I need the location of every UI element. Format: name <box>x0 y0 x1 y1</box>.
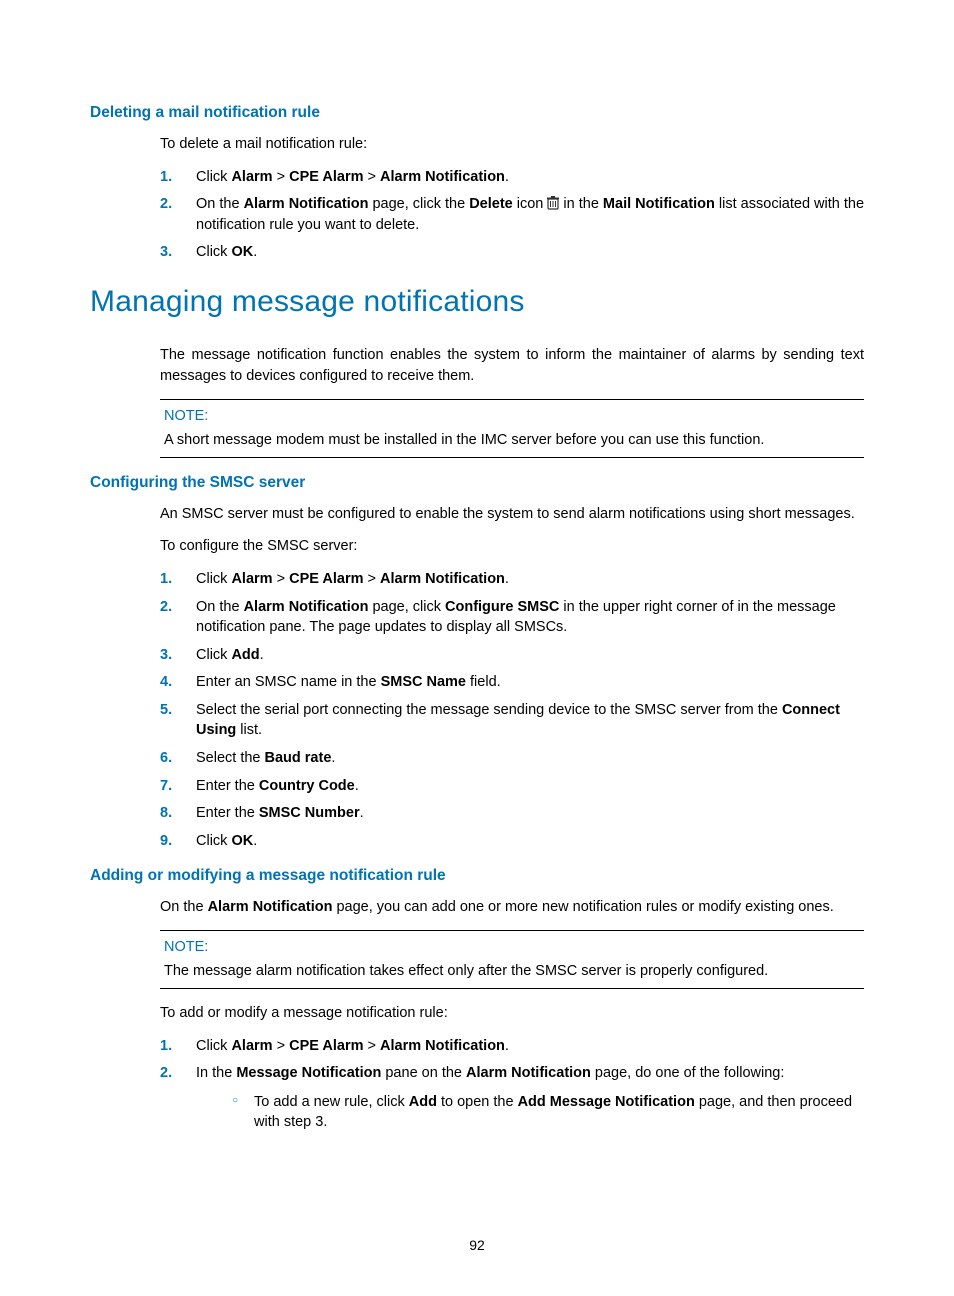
step-number: 7. <box>160 776 172 797</box>
paragraph: On the Alarm Notification page, you can … <box>160 897 864 918</box>
step-text: Click Alarm > CPE Alarm > Alarm Notifica… <box>196 1038 509 1054</box>
list-item: 2. On the Alarm Notification page, click… <box>160 194 864 235</box>
note-label: NOTE: <box>164 937 860 958</box>
document-page: Deleting a mail notification rule To del… <box>0 0 954 1296</box>
note-text: A short message modem must be installed … <box>164 430 860 451</box>
step-number: 4. <box>160 672 172 693</box>
step-text: Click Alarm > CPE Alarm > Alarm Notifica… <box>196 169 509 185</box>
steps-delete-mail: 1. Click Alarm > CPE Alarm > Alarm Notif… <box>160 167 864 263</box>
step-number: 5. <box>160 700 172 721</box>
step-text: Select the serial port connecting the me… <box>196 702 840 739</box>
paragraph: The message notification function enable… <box>160 345 864 386</box>
list-item: 1. Click Alarm > CPE Alarm > Alarm Notif… <box>160 167 864 188</box>
step-number: 2. <box>160 194 172 215</box>
list-item: 3. Click Add. <box>160 645 864 666</box>
note-box: NOTE: The message alarm notification tak… <box>160 930 864 989</box>
step-number: 1. <box>160 167 172 188</box>
list-item: 9. Click OK. <box>160 831 864 852</box>
note-box: NOTE: A short message modem must be inst… <box>160 399 864 458</box>
list-item: 2. On the Alarm Notification page, click… <box>160 597 864 638</box>
heading-deleting-mail-rule: Deleting a mail notification rule <box>90 102 864 124</box>
list-item: 7. Enter the Country Code. <box>160 776 864 797</box>
step-text: Click Alarm > CPE Alarm > Alarm Notifica… <box>196 571 509 587</box>
step-number: 1. <box>160 569 172 590</box>
note-text: The message alarm notification takes eff… <box>164 961 860 982</box>
page-number: 92 <box>0 1236 954 1256</box>
step-text: On the Alarm Notification page, click th… <box>196 196 864 233</box>
step-number: 3. <box>160 242 172 263</box>
step-number: 6. <box>160 748 172 769</box>
intro-text: To delete a mail notification rule: <box>160 134 864 155</box>
sub-list: To add a new rule, click Add to open the… <box>232 1092 864 1133</box>
step-text: Click OK. <box>196 244 257 260</box>
trash-icon <box>547 196 559 210</box>
step-number: 8. <box>160 803 172 824</box>
step-text: Enter the SMSC Number. <box>196 805 364 821</box>
heading-managing-message-notifications: Managing message notifications <box>90 281 864 324</box>
step-number: 9. <box>160 831 172 852</box>
list-item: 3. Click OK. <box>160 242 864 263</box>
step-text: In the Message Notification pane on the … <box>196 1065 784 1081</box>
step-text: Enter an SMSC name in the SMSC Name fiel… <box>196 674 501 690</box>
list-item: 4. Enter an SMSC name in the SMSC Name f… <box>160 672 864 693</box>
step-text: Click OK. <box>196 833 257 849</box>
step-number: 1. <box>160 1036 172 1057</box>
heading-adding-modifying-message-rule: Adding or modifying a message notificati… <box>90 865 864 887</box>
paragraph: To add or modify a message notification … <box>160 1003 864 1024</box>
step-number: 2. <box>160 597 172 618</box>
list-item: 2. In the Message Notification pane on t… <box>160 1063 864 1133</box>
list-item: 8. Enter the SMSC Number. <box>160 803 864 824</box>
step-text: Enter the Country Code. <box>196 778 359 794</box>
list-item: 5. Select the serial port connecting the… <box>160 700 864 741</box>
list-item: 1. Click Alarm > CPE Alarm > Alarm Notif… <box>160 1036 864 1057</box>
sub-step-text: To add a new rule, click Add to open the… <box>254 1094 852 1131</box>
paragraph: An SMSC server must be configured to ena… <box>160 504 864 525</box>
step-text: Click Add. <box>196 647 264 663</box>
steps-configure-smsc: 1. Click Alarm > CPE Alarm > Alarm Notif… <box>160 569 864 851</box>
step-number: 2. <box>160 1063 172 1084</box>
note-label: NOTE: <box>164 406 860 427</box>
list-item: 1. Click Alarm > CPE Alarm > Alarm Notif… <box>160 569 864 590</box>
heading-configuring-smsc: Configuring the SMSC server <box>90 472 864 494</box>
step-number: 3. <box>160 645 172 666</box>
step-text: On the Alarm Notification page, click Co… <box>196 599 836 636</box>
steps-add-modify-rule: 1. Click Alarm > CPE Alarm > Alarm Notif… <box>160 1036 864 1133</box>
paragraph: To configure the SMSC server: <box>160 536 864 557</box>
list-item: 6. Select the Baud rate. <box>160 748 864 769</box>
step-text: Select the Baud rate. <box>196 750 335 766</box>
sub-list-item: To add a new rule, click Add to open the… <box>232 1092 864 1133</box>
